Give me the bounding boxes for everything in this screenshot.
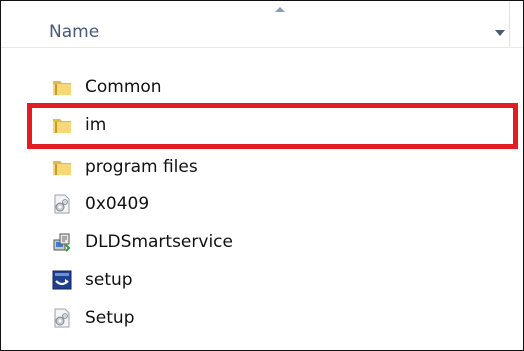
setup-app-icon — [52, 270, 72, 290]
list-item-common[interactable]: Common — [47, 73, 507, 101]
list-item-label: program files — [85, 157, 198, 177]
folder-icon — [53, 161, 71, 175]
list-item-label: DLDSmartservice — [85, 232, 233, 252]
chevron-down-icon[interactable] — [495, 30, 505, 36]
installer-icon — [53, 233, 71, 252]
list-item-setup-app[interactable]: setup — [47, 266, 507, 294]
header-divider — [1, 47, 523, 48]
settings-file-icon — [54, 194, 70, 214]
name-column-header[interactable]: Name — [1, 1, 523, 47]
settings-file-icon — [54, 308, 70, 328]
file-list-pane: Name Common im program files 0x0409 DLDS… — [0, 0, 524, 351]
list-item-label: setup — [85, 270, 133, 290]
list-item-label: 0x0409 — [85, 194, 150, 214]
folder-icon — [53, 81, 71, 95]
sort-ascending-icon — [275, 7, 285, 12]
list-item-dldsmartservice[interactable]: DLDSmartservice — [47, 228, 507, 256]
list-item-setup-settings[interactable]: Setup — [47, 304, 507, 332]
folder-icon — [53, 119, 71, 133]
column-separator[interactable] — [509, 1, 510, 47]
list-item-label: Common — [85, 77, 162, 97]
name-column-label: Name — [49, 22, 100, 42]
list-item-0x0409[interactable]: 0x0409 — [47, 190, 507, 218]
list-item-program-files[interactable]: program files — [47, 153, 507, 181]
list-item-label: im — [85, 115, 107, 135]
list-item-label: Setup — [85, 308, 135, 328]
list-item-im[interactable]: im — [47, 111, 507, 139]
